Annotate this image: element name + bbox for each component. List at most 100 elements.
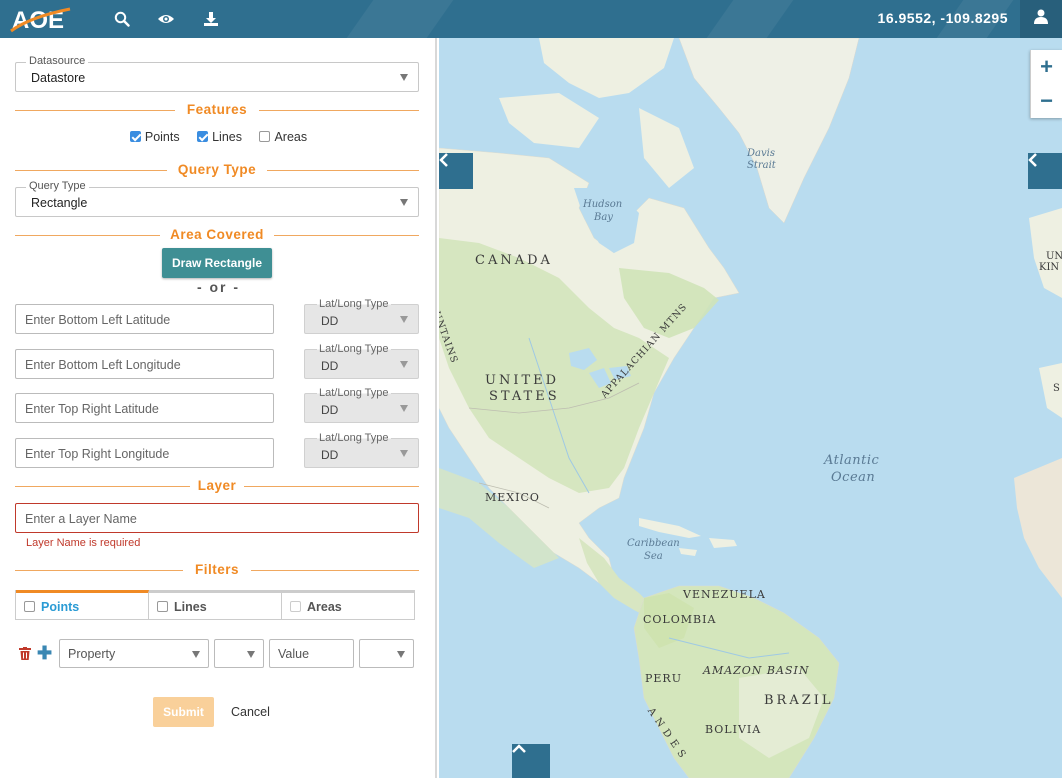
map-label-united: UNITED (485, 373, 560, 388)
top-bar: AOE 16.9552, -109.8295 (0, 0, 1062, 38)
top-right-latitude-input[interactable]: Enter Top Right Latitude (15, 393, 274, 423)
map-view[interactable]: CANADA UNITED STATES MEXICO VENEZUELA CO… (439, 38, 1062, 778)
query-type-select[interactable]: Query Type Rectangle (15, 180, 419, 217)
expand-bottom-panel-button[interactable] (512, 744, 550, 778)
checkbox-checked-icon[interactable] (129, 131, 141, 142)
app-logo[interactable]: AOE (10, 3, 74, 35)
operator-select[interactable] (214, 639, 264, 668)
checkbox-icon[interactable] (290, 601, 301, 612)
decor-stripe (346, 0, 454, 38)
add-filter-icon[interactable]: ✚ (37, 644, 52, 662)
map-label-atlantic: Atlantic (824, 453, 880, 468)
chevron-down-icon (400, 74, 408, 81)
query-type-title: Query Type (177, 162, 257, 177)
map-label-brazil: BRAZIL (764, 693, 834, 708)
datasource-select[interactable]: Datasource Datastore (15, 55, 419, 92)
feature-label: Lines (212, 130, 242, 144)
tab-label: Areas (307, 599, 342, 614)
zoom-out-button[interactable]: − (1031, 84, 1062, 118)
latlong-type-select[interactable]: Lat/Long Type DD (304, 432, 419, 468)
expand-right-panel-button[interactable] (1028, 153, 1062, 189)
area-covered-title: Area Covered (170, 227, 264, 242)
property-select[interactable]: Property (59, 639, 209, 668)
eye-icon[interactable] (156, 9, 176, 29)
feature-points-checkbox[interactable]: Points (129, 130, 180, 144)
latlong-value: DD (321, 359, 339, 373)
value-input[interactable]: Value (269, 639, 354, 668)
latlong-type-select[interactable]: Lat/Long Type DD (304, 387, 419, 423)
top-right-longitude-input[interactable]: Enter Top Right Longitude (15, 438, 274, 468)
checkbox-icon[interactable] (157, 601, 168, 612)
features-title: Features (186, 102, 248, 117)
map-label-venezuela: VENEZUELA (683, 588, 766, 601)
latlong-legend: Lat/Long Type (317, 343, 391, 355)
checkbox-icon[interactable] (259, 131, 271, 142)
chevron-down-icon (400, 316, 408, 323)
filters-section-header: Filters (15, 562, 419, 578)
layer-name-input[interactable]: Enter a Layer Name (15, 503, 419, 533)
latlong-type-select[interactable]: Lat/Long Type DD (304, 298, 419, 334)
submit-button[interactable]: Submit (153, 697, 214, 727)
search-icon[interactable] (112, 9, 132, 29)
tab-lines[interactable]: Lines (149, 590, 282, 620)
draw-rectangle-button[interactable]: Draw Rectangle (162, 248, 272, 278)
map-label-sea: Sea (644, 551, 663, 562)
chevron-down-icon (400, 199, 408, 206)
features-checkboxes: Points Lines Areas (0, 130, 437, 144)
map-label-canada: CANADA (475, 253, 553, 268)
cancel-button[interactable]: Cancel (231, 705, 270, 719)
user-icon (1034, 9, 1048, 29)
datasource-legend: Datasource (26, 55, 89, 67)
bottom-left-latitude-input[interactable]: Enter Bottom Left Latitude (15, 304, 274, 334)
tab-label: Lines (174, 599, 207, 614)
feature-lines-checkbox[interactable]: Lines (197, 130, 242, 144)
latlong-legend: Lat/Long Type (317, 298, 391, 310)
tab-label: Points (41, 599, 80, 614)
input-placeholder: Enter Top Right Latitude (25, 402, 159, 416)
chevron-down-icon (192, 651, 200, 658)
filters-title: Filters (194, 562, 239, 577)
latlong-value: DD (321, 448, 339, 462)
chevron-down-icon (400, 361, 408, 368)
map-label-hudson: Hudson (583, 199, 623, 210)
query-type-section-header: Query Type (15, 162, 419, 178)
filter-row: ✚ Property Value (15, 638, 425, 668)
checkbox-icon[interactable] (24, 601, 35, 612)
or-separator: - or - (196, 279, 241, 295)
chevron-down-icon (247, 651, 255, 658)
zoom-control: + − (1030, 50, 1062, 118)
zoom-in-button[interactable]: + (1031, 50, 1062, 84)
chevron-down-icon (400, 450, 408, 457)
chevron-down-icon (397, 651, 405, 658)
feature-areas-checkbox[interactable]: Areas (259, 130, 307, 144)
layer-title: Layer (197, 478, 237, 493)
input-placeholder: Enter a Layer Name (25, 512, 137, 526)
latlong-value: DD (321, 314, 339, 328)
query-panel: Datasource Datastore Features Points Lin… (0, 38, 437, 778)
layer-name-error: Layer Name is required (26, 537, 141, 549)
area-covered-section-header: Area Covered (15, 227, 419, 243)
input-placeholder: Enter Bottom Left Latitude (25, 313, 171, 327)
tab-areas[interactable]: Areas (282, 590, 415, 620)
value-unit-select[interactable] (359, 639, 414, 668)
map-label-amazon-basin: AMAZON BASIN (703, 664, 810, 677)
collapse-left-panel-button[interactable] (439, 153, 473, 189)
tab-points[interactable]: Points (16, 590, 149, 620)
user-button[interactable] (1020, 0, 1062, 38)
cursor-coordinates: 16.9552, -109.8295 (877, 10, 1008, 26)
query-type-value: Rectangle (31, 196, 88, 210)
latlong-type-select[interactable]: Lat/Long Type DD (304, 343, 419, 379)
bottom-left-longitude-input[interactable]: Enter Bottom Left Longitude (15, 349, 274, 379)
checkbox-checked-icon[interactable] (197, 131, 209, 142)
map-label-davis: Davis (747, 148, 775, 159)
trash-icon[interactable] (19, 647, 31, 660)
map-label-caribbean: Caribbean (627, 538, 680, 549)
download-icon[interactable] (201, 9, 221, 29)
features-section-header: Features (15, 102, 419, 118)
map-label-kingdom-fragment: KIN (1039, 262, 1060, 273)
map-label-bolivia: BOLIVIA (705, 723, 762, 736)
latlong-value: DD (321, 403, 339, 417)
map-label-colombia: COLOMBIA (643, 613, 717, 626)
filter-tabs: Points Lines Areas (15, 590, 415, 620)
latlong-legend: Lat/Long Type (317, 387, 391, 399)
